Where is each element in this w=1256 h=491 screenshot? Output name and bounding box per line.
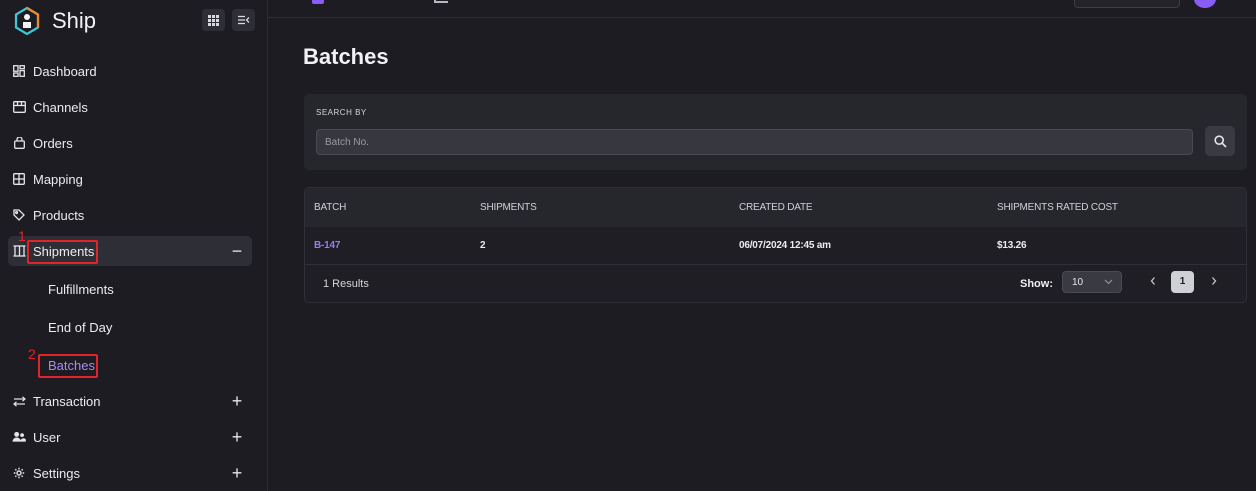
avatar[interactable] [1194, 0, 1216, 8]
brand-name: Ship [52, 8, 97, 33]
page-title: Batches [303, 44, 389, 69]
sidebar-item-orders[interactable]: Orders [8, 128, 252, 158]
shipments-count: 2 [480, 240, 486, 251]
collapse-icon [237, 15, 249, 25]
search-label: SEARCH BY [316, 108, 367, 117]
exchange-icon [12, 394, 26, 408]
ship-logo-icon [14, 6, 40, 36]
tag-icon [12, 208, 26, 222]
sidebar: Ship Dashboard Channels Orders Mapping P… [0, 0, 268, 491]
dashboard-icon [12, 64, 26, 78]
batch-search-input[interactable] [316, 129, 1193, 155]
search-button[interactable] [1205, 126, 1235, 156]
chevron-left-icon [1150, 277, 1155, 285]
grid-icon [12, 172, 26, 186]
table-footer: 1 Results Show: 10 1 [305, 265, 1246, 302]
show-label: Show: [1020, 278, 1053, 290]
topbar-logo-icon[interactable] [312, 0, 324, 4]
top-bar [268, 0, 1256, 18]
sidebar-item-channels[interactable]: Channels [8, 92, 252, 122]
sidebar-item-label: Mapping [33, 171, 83, 187]
batch-link[interactable]: B-147 [314, 240, 340, 251]
page-size-value: 10 [1072, 277, 1084, 288]
sidebar-item-settings[interactable]: Settings + [8, 458, 252, 488]
highlight-box-shipments [27, 240, 98, 264]
next-page-button[interactable] [1206, 273, 1222, 289]
expand-toggle[interactable]: + [228, 391, 246, 411]
search-icon [1213, 134, 1227, 148]
sidebar-subitem-end-of-day[interactable]: End of Day [48, 320, 112, 335]
apps-grid-button[interactable] [202, 9, 225, 31]
sidebar-subitem-fulfillments[interactable]: Fulfillments [48, 282, 114, 297]
back-arrow-icon[interactable] [434, 0, 448, 3]
sidebar-item-dashboard[interactable]: Dashboard [8, 56, 252, 86]
topbar-select[interactable] [1074, 0, 1180, 8]
users-icon [12, 430, 26, 444]
column-header-batch[interactable]: BATCH [314, 202, 346, 213]
batches-table: BATCH SHIPMENTS CREATED DATE SHIPMENTS R… [304, 187, 1247, 303]
sidebar-item-products[interactable]: Products [8, 200, 252, 230]
sidebar-item-label: Orders [33, 135, 73, 151]
sidebar-item-label: Settings [33, 465, 80, 481]
column-header-created-date[interactable]: CREATED DATE [739, 202, 813, 213]
chevron-down-icon [1104, 279, 1113, 285]
apps-grid-icon [208, 14, 219, 26]
created-date: 06/07/2024 12:45 am [739, 240, 831, 251]
annotation-number-1: 1 [18, 228, 26, 244]
page-size-select[interactable]: 10 [1062, 271, 1122, 293]
annotation-number-2: 2 [28, 346, 36, 362]
sidebar-item-label: Transaction [33, 393, 101, 409]
expand-toggle[interactable]: + [228, 427, 246, 447]
rated-cost: $13.26 [997, 240, 1027, 251]
sidebar-item-label: Products [33, 207, 85, 223]
page-number-button[interactable]: 1 [1171, 271, 1194, 293]
table-row[interactable]: B-147 2 06/07/2024 12:45 am $13.26 [305, 227, 1246, 265]
collapse-toggle[interactable]: − [228, 241, 246, 261]
search-card: SEARCH BY [304, 94, 1247, 170]
sidebar-item-transaction[interactable]: Transaction + [8, 386, 252, 416]
gear-icon [12, 466, 26, 480]
highlight-box-batches [38, 354, 98, 378]
bag-icon [12, 136, 26, 150]
sidebar-item-mapping[interactable]: Mapping [8, 164, 252, 194]
column-header-rated-cost[interactable]: SHIPMENTS RATED COST [997, 202, 1118, 213]
results-count: 1 Results [323, 278, 369, 290]
sidebar-item-label: Channels [33, 99, 88, 115]
sidebar-item-label: Dashboard [33, 63, 97, 79]
table-header: BATCH SHIPMENTS CREATED DATE SHIPMENTS R… [305, 188, 1246, 227]
sidebar-item-label: User [33, 429, 61, 445]
store-icon [12, 100, 26, 114]
previous-page-button[interactable] [1145, 273, 1161, 289]
columns-icon [12, 244, 26, 258]
brand[interactable]: Ship [12, 4, 96, 38]
chevron-right-icon [1212, 277, 1217, 285]
sidebar-item-user[interactable]: User + [8, 422, 252, 452]
column-header-shipments[interactable]: SHIPMENTS [480, 202, 537, 213]
collapse-sidebar-button[interactable] [232, 9, 255, 31]
expand-toggle[interactable]: + [228, 463, 246, 483]
app: Ship Dashboard Channels Orders Mapping P… [0, 0, 1256, 491]
